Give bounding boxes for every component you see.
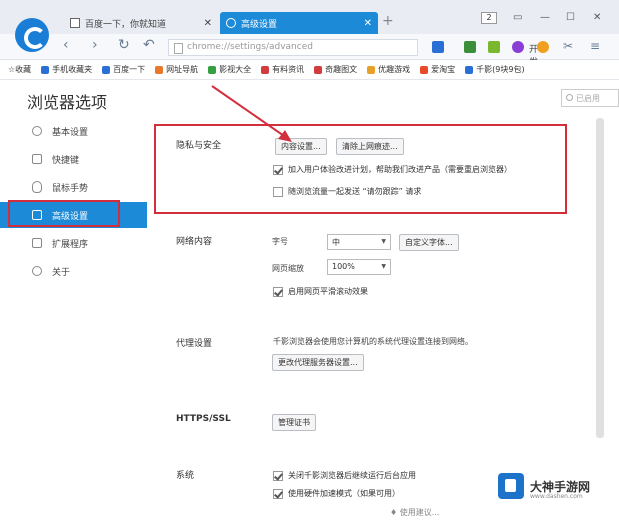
back-button[interactable]: ‹ bbox=[63, 37, 69, 53]
page-zoom-label: 网页缩放 bbox=[272, 264, 304, 273]
checkbox-checked[interactable] bbox=[273, 488, 283, 499]
settings-favicon-icon bbox=[226, 18, 236, 28]
annotation-highlight-box bbox=[154, 124, 567, 214]
close-icon[interactable]: ✕ bbox=[364, 18, 372, 29]
search-input[interactable]: 已启用 bbox=[561, 89, 619, 107]
address-text: chrome://settings/advanced bbox=[187, 42, 313, 52]
gear-icon bbox=[32, 126, 42, 136]
news-icon bbox=[261, 65, 270, 74]
close-icon[interactable]: ✕ bbox=[204, 18, 212, 29]
tab-strip: 百度一下，你就知道 ✕ 高级设置 ✕ + 2 ▭ — ☐ ✕ bbox=[0, 0, 619, 34]
section-title-web-content: 网络内容 bbox=[176, 237, 213, 247]
scissors-icon[interactable]: ✂ bbox=[563, 39, 573, 53]
bookmark-item[interactable]: 网址导航 bbox=[155, 64, 198, 75]
annotation-highlight-box bbox=[8, 200, 120, 227]
page-zoom-select[interactable]: 100% bbox=[327, 259, 391, 275]
extension-icon[interactable] bbox=[512, 41, 524, 53]
phone-icon bbox=[41, 65, 50, 74]
shop-icon bbox=[420, 65, 429, 74]
forward-button[interactable]: › bbox=[92, 37, 98, 53]
browser-logo-icon bbox=[15, 18, 49, 52]
mouse-icon bbox=[32, 181, 42, 193]
game-icon bbox=[367, 65, 376, 74]
video-icon bbox=[208, 65, 217, 74]
page-favicon-icon bbox=[70, 18, 80, 28]
brand-url: www.dashen.com bbox=[530, 493, 583, 500]
menu-icon[interactable]: ▭ bbox=[513, 12, 522, 23]
tab-count-badge[interactable]: 2 bbox=[481, 12, 497, 24]
tab-baidu[interactable]: 百度一下，你就知道 ✕ bbox=[64, 12, 218, 34]
coupon-icon bbox=[465, 65, 474, 74]
baidu-icon bbox=[102, 65, 111, 74]
brand-name: 大神手游网 bbox=[530, 479, 591, 494]
font-size-label: 字号 bbox=[272, 237, 288, 246]
manage-certificates-button[interactable]: 管理证书 bbox=[272, 414, 316, 431]
font-size-select[interactable]: 中 bbox=[327, 234, 391, 250]
sidebar-item-basic[interactable]: 基本设置 bbox=[0, 118, 147, 144]
checkbox-checked[interactable] bbox=[273, 286, 283, 297]
footer-link[interactable]: ♦ 使用建议... bbox=[390, 507, 439, 518]
maximize-button[interactable]: ☐ bbox=[566, 12, 575, 23]
bookmarks-bar: ☆收藏 手机收藏夹 百度一下 网址导航 影视大全 有料资讯 奇趣图文 优趣游戏 … bbox=[0, 60, 619, 80]
sidebar-item-shortcuts[interactable]: 快捷键 bbox=[0, 146, 147, 172]
background-run-checkbox[interactable]: 关闭千影浏览器后继续运行后台应用 bbox=[273, 470, 416, 481]
close-window-button[interactable]: ✕ bbox=[593, 12, 601, 23]
main-menu-icon[interactable]: ≡ bbox=[590, 39, 600, 53]
custom-font-button[interactable]: 自定义字体... bbox=[399, 234, 459, 251]
bookmark-item[interactable]: 奇趣图文 bbox=[314, 64, 357, 75]
keyboard-icon bbox=[32, 154, 42, 164]
new-tab-button[interactable]: + bbox=[382, 13, 394, 29]
change-proxy-button[interactable]: 更改代理服务器设置... bbox=[272, 354, 364, 371]
shield-icon[interactable] bbox=[537, 41, 549, 53]
address-bar[interactable]: chrome://settings/advanced 开发全... bbox=[168, 39, 547, 81]
bookmark-item[interactable]: 百度一下 bbox=[102, 64, 145, 75]
page-title: 浏览器选项 bbox=[27, 93, 108, 112]
checkbox-checked[interactable] bbox=[273, 470, 283, 481]
section-title-system: 系统 bbox=[176, 471, 195, 481]
puzzle-icon bbox=[32, 238, 42, 248]
section-title-proxy: 代理设置 bbox=[176, 339, 213, 349]
bookmark-item[interactable]: 手机收藏夹 bbox=[41, 64, 92, 75]
bookmark-item[interactable]: 爱淘宝 bbox=[420, 64, 455, 75]
game-icon[interactable] bbox=[488, 41, 500, 53]
tab-label: 高级设置 bbox=[241, 19, 278, 30]
video-icon[interactable] bbox=[464, 41, 476, 53]
section-title-https: HTTPS/SSL bbox=[176, 414, 231, 424]
sidebar: 基本设置 快捷键 鼠标手势 高级设置 扩展程序 关于 bbox=[0, 118, 147, 524]
bookmark-item[interactable]: 影视大全 bbox=[208, 64, 251, 75]
bookmark-item[interactable]: 千影(9块9包) bbox=[465, 64, 525, 75]
brand-logo-icon bbox=[498, 473, 524, 499]
bookmark-item[interactable]: 有料资讯 bbox=[261, 64, 304, 75]
sidebar-item-extensions[interactable]: 扩展程序 bbox=[0, 230, 147, 256]
apps-icon[interactable] bbox=[432, 41, 444, 53]
scrollbar[interactable] bbox=[596, 118, 604, 438]
sidebar-item-gestures[interactable]: 鼠标手势 bbox=[0, 174, 147, 200]
picture-icon bbox=[314, 65, 323, 74]
smooth-scroll-checkbox[interactable]: 启用网页平滑滚动效果 bbox=[273, 286, 368, 297]
bookmark-item[interactable]: 优趣游戏 bbox=[367, 64, 410, 75]
navigation-bar: ‹ › ↻ ↶ chrome://settings/advanced 开发全..… bbox=[0, 34, 619, 81]
bookmark-item[interactable]: ☆收藏 bbox=[8, 64, 31, 75]
hardware-accel-checkbox[interactable]: 使用硬件加速模式（如果可用） bbox=[273, 488, 400, 499]
proxy-description: 千影浏览器会使用您计算机的系统代理设置连接到网络。 bbox=[273, 337, 473, 346]
minimize-button[interactable]: — bbox=[540, 12, 550, 23]
info-icon bbox=[32, 266, 42, 276]
tab-label: 百度一下，你就知道 bbox=[85, 19, 167, 30]
sidebar-item-about[interactable]: 关于 bbox=[0, 258, 147, 284]
refresh-button[interactable]: ↻ bbox=[118, 37, 130, 53]
nav-icon bbox=[155, 65, 164, 74]
site-watermark: 大神手游网 www.dashen.com bbox=[498, 466, 619, 506]
undo-button[interactable]: ↶ bbox=[143, 37, 155, 53]
tab-advanced-settings[interactable]: 高级设置 ✕ bbox=[220, 12, 378, 34]
